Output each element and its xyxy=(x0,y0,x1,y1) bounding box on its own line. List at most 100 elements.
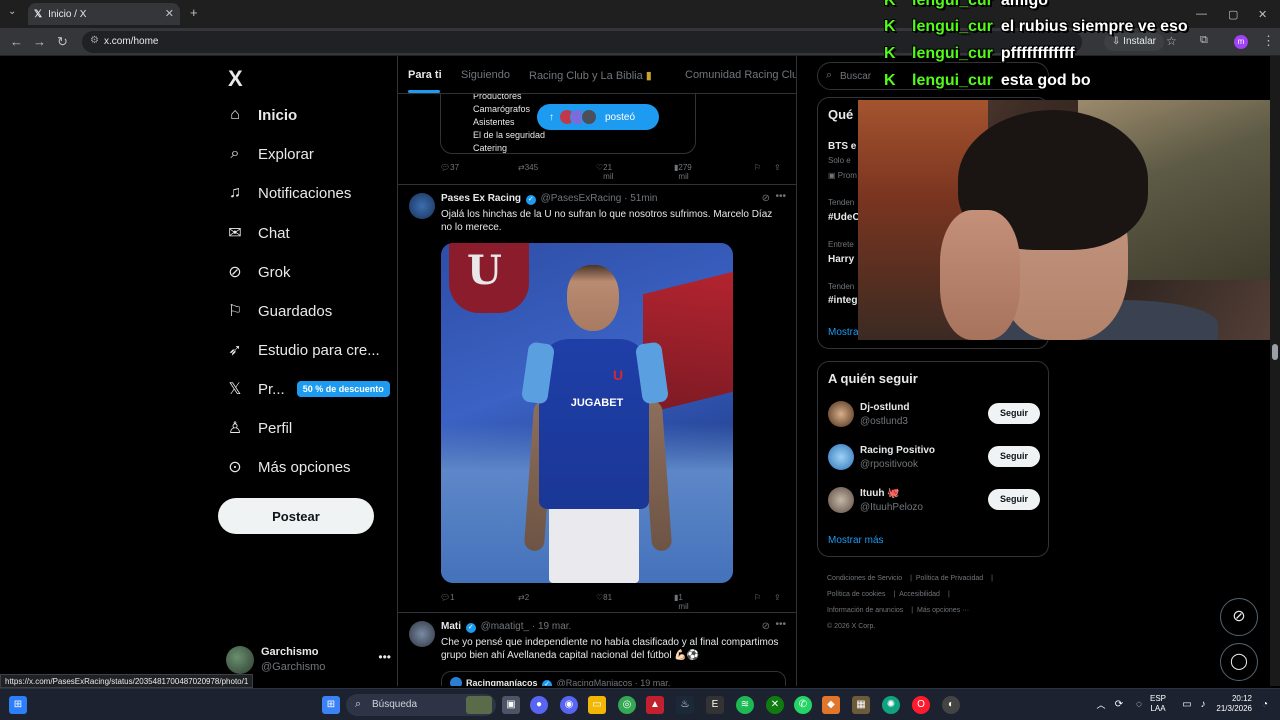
share-icon[interactable]: ⇪ xyxy=(774,163,781,172)
nav-chat[interactable]: ✉ Chat xyxy=(226,223,289,243)
more-dots-icon[interactable]: ••• xyxy=(775,191,786,202)
nav-more-options[interactable]: ⊙ Más opciones xyxy=(226,457,350,477)
x-logo[interactable]: X xyxy=(228,66,243,92)
new-posts-pill[interactable]: ↑ posteó xyxy=(537,104,659,130)
post-author-handle[interactable]: @PasesExRacing xyxy=(541,193,622,204)
footer-link[interactable]: Más opciones ··· xyxy=(917,607,969,614)
footer-link[interactable]: Política de cookies xyxy=(827,591,885,598)
footer-link[interactable]: Condiciones de Servicio xyxy=(827,575,902,582)
discord-icon[interactable]: ◉ xyxy=(560,696,578,714)
trend-title[interactable]: Harry xyxy=(828,254,854,265)
task-view-icon[interactable]: ▣ xyxy=(502,696,520,714)
tray-app-icon[interactable]: ◌ xyxy=(1130,696,1148,714)
more-dots-icon[interactable]: ••• xyxy=(775,619,786,630)
opera-icon[interactable]: O xyxy=(912,696,930,714)
nav-bookmarks[interactable]: ⚐ Guardados xyxy=(226,301,332,321)
epic-games-icon[interactable]: E xyxy=(706,696,724,714)
post-button[interactable]: Postear xyxy=(218,498,374,534)
reply-action[interactable]: 💬︎ 37 xyxy=(440,163,459,172)
windows-start-icon[interactable]: ⊞ xyxy=(322,696,340,714)
chrome-icon[interactable]: ◎ xyxy=(618,696,636,714)
site-info-icon[interactable]: ⚙ xyxy=(90,35,99,46)
xbox-icon[interactable]: ✕ xyxy=(766,696,784,714)
follow-button[interactable]: Seguir xyxy=(988,489,1040,510)
show-more-link[interactable]: Mostrar más xyxy=(828,535,884,546)
post-author-name[interactable]: Pases Ex Racing xyxy=(441,193,521,204)
tray-overflow-icon[interactable]: ︿ xyxy=(1092,696,1110,714)
nav-profile[interactable]: ♙ Perfil xyxy=(226,418,292,438)
footer-link[interactable]: Política de Privacidad xyxy=(916,575,983,582)
trend-title[interactable]: #UdeC xyxy=(828,212,860,223)
grok-floating-button[interactable]: ⊘ xyxy=(1220,598,1258,636)
follow-suggestion[interactable]: Racing Positivo @rpositivook Seguir xyxy=(828,444,1040,474)
volume-icon[interactable]: ♪ xyxy=(1194,696,1212,714)
avatar[interactable] xyxy=(409,621,435,647)
account-switcher[interactable]: Garchismo @Garchismo ••• xyxy=(226,644,391,674)
file-explorer-icon[interactable]: ▭ xyxy=(588,696,606,714)
scrollbar-thumb[interactable] xyxy=(1272,344,1278,360)
back-icon[interactable]: ← xyxy=(10,34,23,49)
grok-icon[interactable]: ⊘ xyxy=(762,621,770,632)
whatsapp-icon[interactable]: ✆ xyxy=(794,696,812,714)
browser-tab[interactable]: 𝕏 Inicio / X ✕ xyxy=(28,3,180,25)
widgets-icon[interactable] xyxy=(466,696,492,714)
trends-show-more[interactable]: Mostra xyxy=(828,327,859,338)
tab-comunidad-racing[interactable]: Comunidad Racing Club xyxy=(685,69,796,81)
windows-start-icon[interactable]: ⊞ xyxy=(9,696,27,714)
nav-creator-studio[interactable]: ➶ Estudio para cre... xyxy=(226,340,379,360)
repost-action[interactable]: ⇄ 2 xyxy=(518,593,529,602)
scrollbar[interactable] xyxy=(1270,56,1280,686)
more-dots-icon[interactable]: ••• xyxy=(378,650,391,664)
follow-suggestion[interactable]: Dj-ostlund @ostlund3 Seguir xyxy=(828,401,1040,431)
follow-suggestion[interactable]: Ituuh 🐙 @ItuuhPelozo Seguir xyxy=(828,487,1040,517)
bookmark-icon[interactable]: ⚐ xyxy=(754,593,761,602)
reply-action[interactable]: 💬︎ 1 xyxy=(440,593,455,602)
post-author-name[interactable]: Mati xyxy=(441,621,461,632)
footer-link[interactable]: Accesibilidad xyxy=(899,591,940,598)
nav-notifications[interactable]: ♫ Notificaciones xyxy=(226,184,351,202)
post-photo[interactable]: U U JUGABET xyxy=(441,243,733,583)
language-indicator[interactable]: ESP LAA xyxy=(1150,694,1166,714)
taskbar-clock[interactable]: 20:12 21/3/2026 xyxy=(1212,694,1252,714)
grok-icon[interactable]: ⊘ xyxy=(762,193,770,204)
share-icon[interactable]: ⇪ xyxy=(774,593,781,602)
avatar[interactable] xyxy=(409,193,435,219)
post[interactable]: Pases Ex Racing ✓ @PasesExRacing · 51min… xyxy=(398,184,796,612)
post[interactable]: Mati ✓ @maatigt_ · 19 mar. ⊘ ••• Che yo … xyxy=(398,612,796,686)
meet-icon[interactable]: ● xyxy=(530,696,548,714)
new-tab-icon[interactable]: + xyxy=(190,5,198,20)
chatgpt-icon[interactable]: ✺ xyxy=(882,696,900,714)
views-action[interactable]: ▮ 279 mil xyxy=(674,163,692,181)
trend-title[interactable]: BTS e xyxy=(828,141,856,152)
trend-title[interactable]: #integ xyxy=(828,295,857,306)
nav-explore[interactable]: ⌕ Explorar xyxy=(226,145,314,163)
follow-button[interactable]: Seguir xyxy=(988,446,1040,467)
nav-premium[interactable]: 𝕏 Pr... 50 % de descuento xyxy=(226,379,390,399)
like-action[interactable]: ♡ 81 xyxy=(596,593,612,602)
post-time[interactable]: · 51min xyxy=(624,193,657,204)
messages-floating-button[interactable]: ◯ xyxy=(1220,643,1258,681)
forward-icon[interactable]: → xyxy=(33,34,46,49)
footer-link[interactable]: Información de anuncios xyxy=(827,607,903,614)
repost-action[interactable]: ⇄ 345 xyxy=(518,163,538,172)
nav-home[interactable]: ⌂ Inicio xyxy=(226,106,297,124)
like-action[interactable]: ♡ 21 mil xyxy=(596,163,613,181)
tab-for-you[interactable]: Para ti xyxy=(408,69,442,81)
views-action[interactable]: ▮ 1 mil xyxy=(674,593,689,611)
post-author-handle[interactable]: @maatigt_ xyxy=(481,621,530,632)
post-time[interactable]: · 19 mar. xyxy=(532,621,571,632)
minecraft-icon[interactable]: ▦ xyxy=(852,696,870,714)
bookmark-icon[interactable]: ⚐ xyxy=(754,163,761,172)
app-icon[interactable]: ▲ xyxy=(646,696,664,714)
reload-icon[interactable]: ↻ xyxy=(57,34,68,50)
follow-button[interactable]: Seguir xyxy=(988,403,1040,424)
tray-app-icon[interactable]: ⟳ xyxy=(1110,696,1128,714)
quoted-post[interactable]: Racingmaníacos ✓ @RacingManiacos · 19 ma… xyxy=(441,671,786,686)
steam-icon[interactable]: ♨ xyxy=(676,696,694,714)
obs-icon[interactable]: ◐ xyxy=(942,696,960,714)
spotify-icon[interactable]: ≋ xyxy=(736,696,754,714)
app-icon[interactable]: ◆ xyxy=(822,696,840,714)
tab-following[interactable]: Siguiendo xyxy=(461,69,510,81)
close-tab-icon[interactable]: ✕ xyxy=(165,7,174,20)
tab-search-icon[interactable]: ⌄ xyxy=(8,6,16,17)
